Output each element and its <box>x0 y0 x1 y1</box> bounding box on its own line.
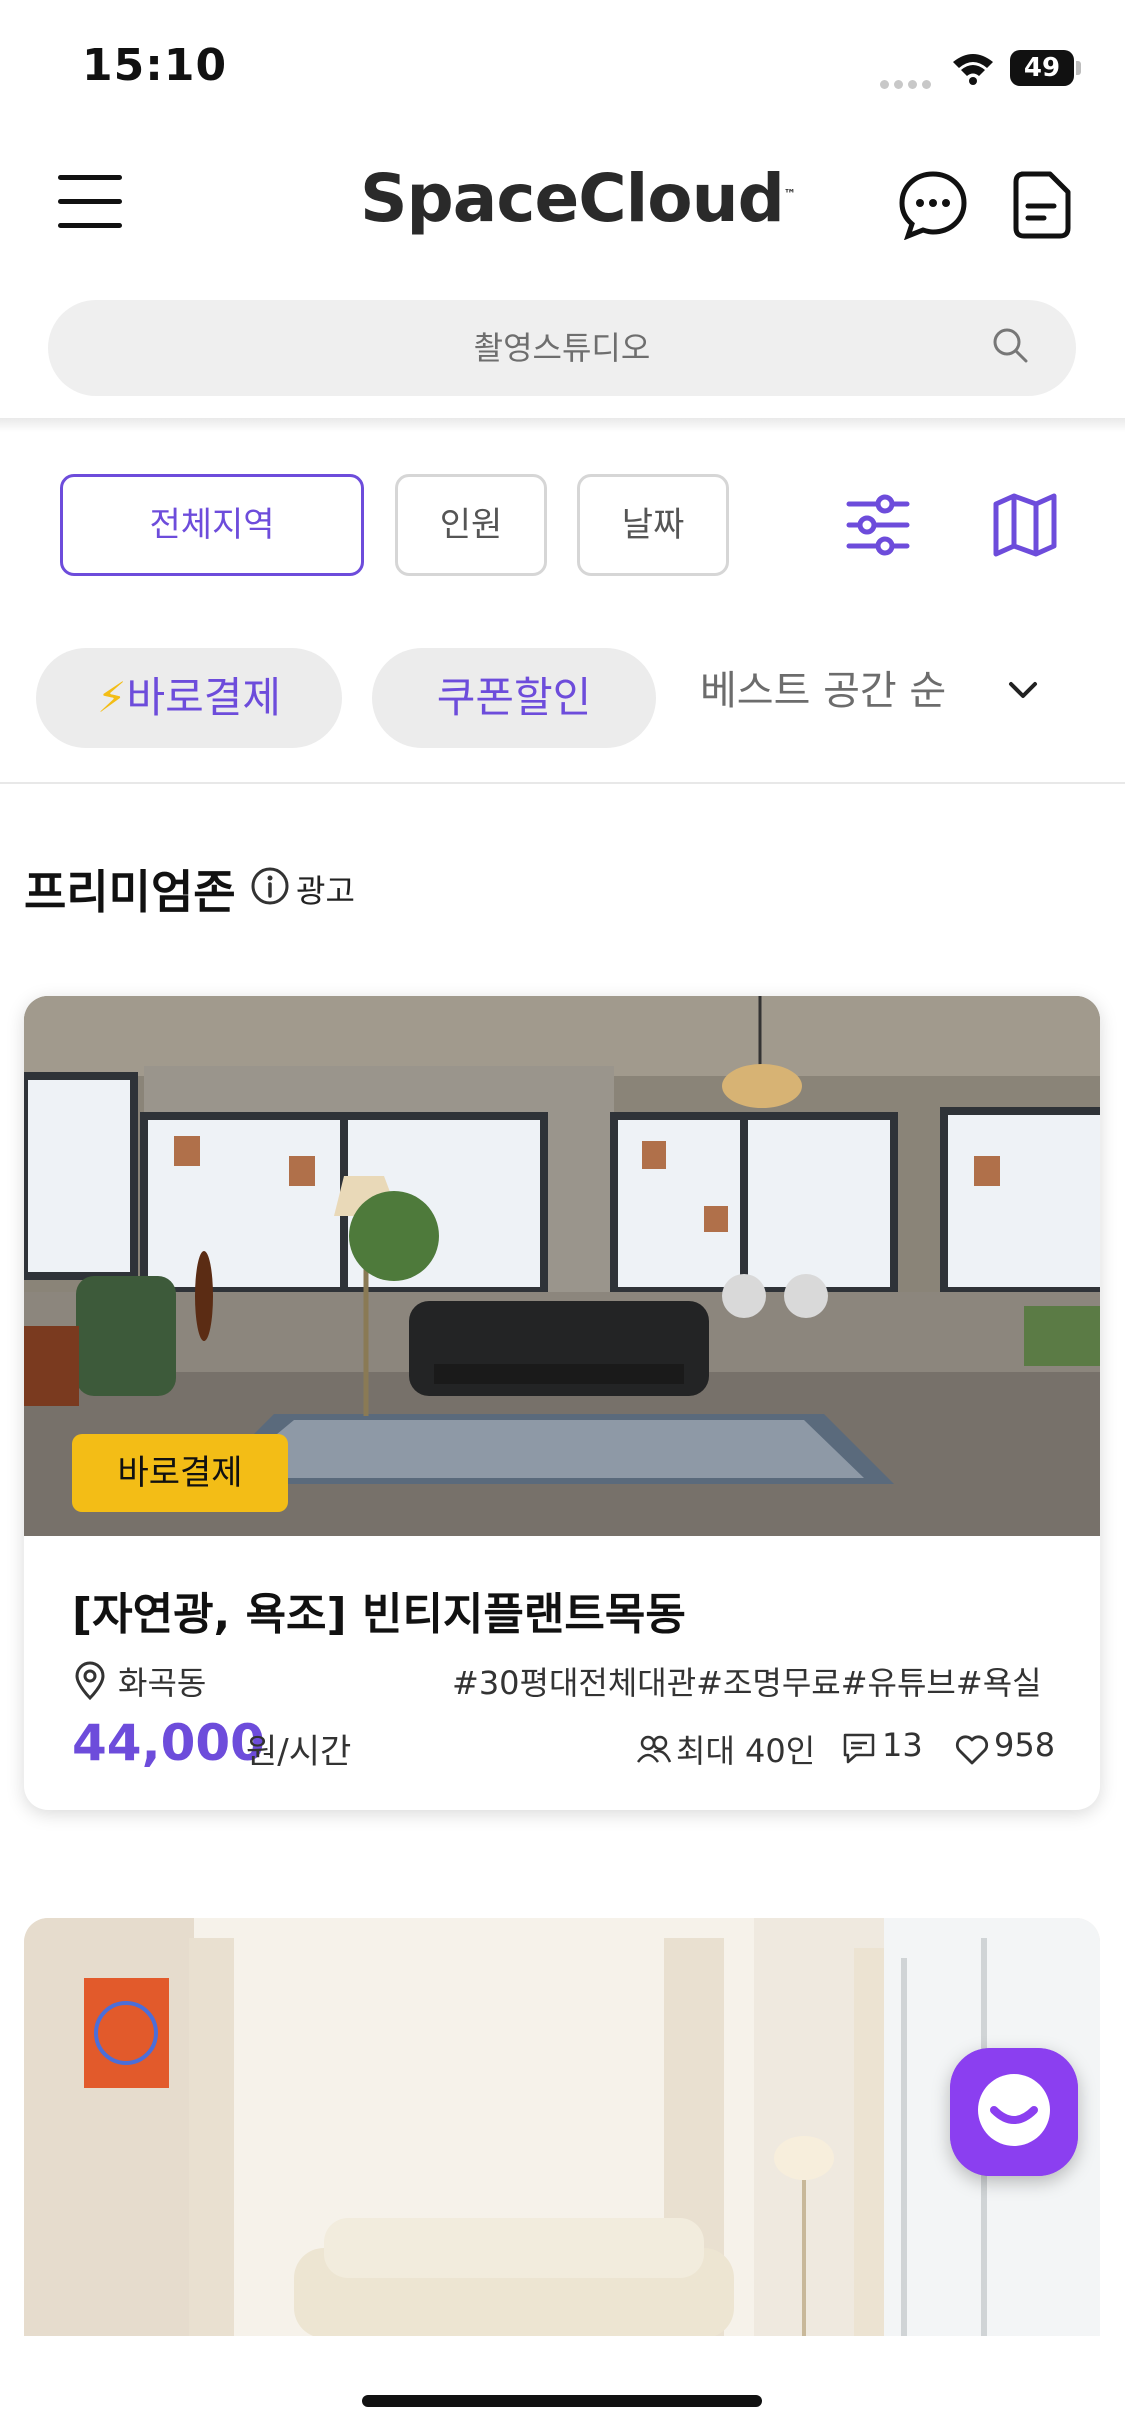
comment-icon <box>843 1733 875 1764</box>
people-filter-button[interactable]: 인원 <box>395 474 547 576</box>
chatbot-fab-icon[interactable] <box>950 2048 1078 2176</box>
listing-tags: #30평대전체대관#조명무료#유튜브#욕실 <box>452 1664 1042 1702</box>
listing-card[interactable] <box>24 1918 1100 2338</box>
bottom-safe-area <box>0 2336 1125 2436</box>
listing-review-count: 13 <box>882 1726 923 1764</box>
section-title: 프리미엄존 <box>24 865 236 919</box>
coupon-chip[interactable]: 쿠폰할인 <box>372 648 656 748</box>
people-icon <box>636 1735 672 1763</box>
date-filter-button[interactable]: 날짜 <box>577 474 729 576</box>
search-icon[interactable] <box>990 325 1030 365</box>
cellular-signal-icon <box>880 74 936 93</box>
document-icon[interactable] <box>1012 170 1072 240</box>
lightning-icon: ⚡ <box>96 673 127 722</box>
heart-icon[interactable] <box>954 1734 990 1766</box>
listing-location: 화곡동 <box>118 1664 207 1702</box>
instant-pay-badge: 바로결제 <box>72 1434 288 1512</box>
battery-indicator: 49 <box>1010 50 1074 86</box>
location-pin-icon <box>75 1661 105 1701</box>
ad-label: 광고 <box>296 872 355 910</box>
logo-text: SpaceCloud <box>360 160 785 237</box>
section-divider <box>0 782 1125 784</box>
logo-trademark: ™ <box>783 187 796 201</box>
home-indicator[interactable] <box>362 2395 762 2407</box>
status-time: 15:10 <box>82 40 228 91</box>
listing-title[interactable]: [자연광, 욕조] 빈티지플랜트목동 <box>72 1578 686 1642</box>
map-icon[interactable] <box>990 490 1060 560</box>
menu-icon[interactable] <box>58 175 122 229</box>
listing-card[interactable]: 바로결제 [자연광, 욕조] 빈티지플랜트목동 화곡동 #30평대전체대관#조명… <box>24 996 1100 1810</box>
wifi-icon <box>953 54 993 85</box>
chevron-down-icon[interactable] <box>1005 672 1041 708</box>
instant-pay-chip[interactable]: ⚡바로결제 <box>36 648 342 748</box>
listing-capacity: 최대 40인 <box>676 1732 816 1770</box>
instant-pay-label: 바로결제 <box>126 673 282 722</box>
listing-price: 44,000 <box>72 1714 265 1772</box>
header-shadow <box>0 418 1125 432</box>
listing-like-count: 958 <box>994 1726 1056 1764</box>
price-unit: 원/시간 <box>246 1732 352 1772</box>
info-icon[interactable] <box>250 866 290 906</box>
filter-sliders-icon[interactable] <box>845 492 911 558</box>
listing-photo[interactable] <box>24 1918 1100 2338</box>
region-filter-button[interactable]: 전체지역 <box>60 474 364 576</box>
chat-icon[interactable] <box>898 170 968 240</box>
search-input[interactable]: 촬영스튜디오 <box>48 300 1076 396</box>
battery-cap <box>1076 61 1081 75</box>
sort-dropdown[interactable]: 베스트 공간 순 <box>700 658 946 716</box>
app-logo[interactable]: SpaceCloud™ <box>360 160 796 237</box>
